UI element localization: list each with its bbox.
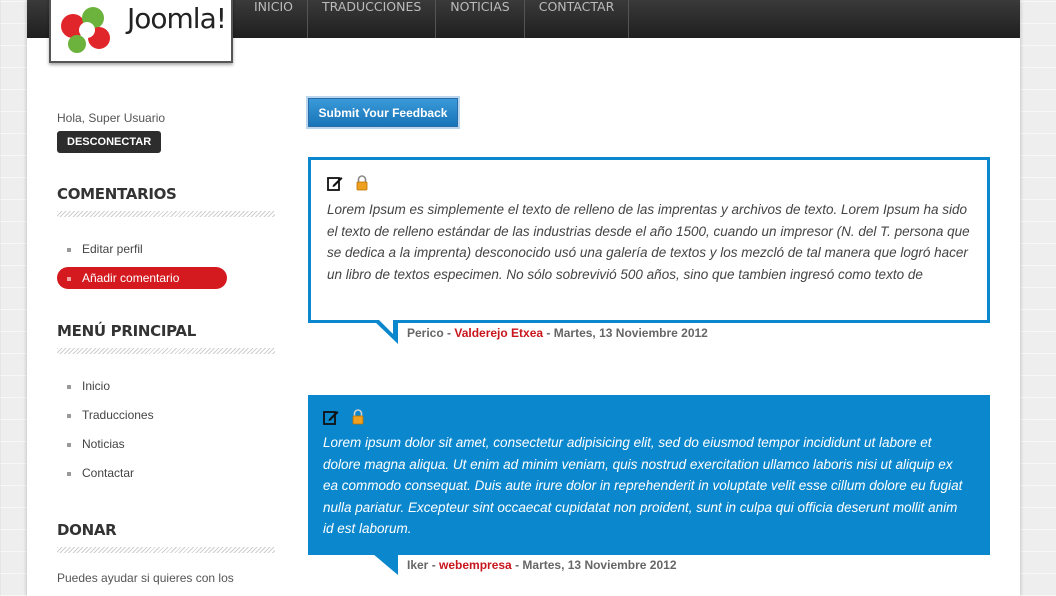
donate-text: Puedes ayudar si quieres con los [57,571,234,585]
comments-menu: Editar perfil Añadir comentario [57,238,275,289]
bullet [67,385,71,389]
nav-label: NOTICIAS [450,0,510,14]
nav-label: INICIO [254,0,293,14]
meta-separator: - [428,558,440,572]
comment-text: Lorem ipsum dolor sit amet, consectetur … [323,435,963,537]
lock-icon[interactable] [355,175,369,191]
donate-module-title: DONAR [57,521,117,539]
site-logo[interactable]: Joomla! [49,0,233,63]
main-nav: INICIO TRADUCCIONES NOTICIAS CONTACTAR [240,0,630,38]
nav-label: CONTACTAR [538,0,615,14]
bullet [67,248,71,252]
menu-item-label: Inicio [82,379,111,393]
comment-tail [373,320,398,344]
nav-item-noticias[interactable]: NOTICIAS [436,0,525,38]
comment-card-highlighted: Lorem ipsum dolor sit amet, consectetur … [308,395,990,555]
comment-username[interactable]: webempresa [439,558,512,572]
menu-item-contactar[interactable]: Contactar [57,462,275,484]
menu-item-label: Contactar [82,466,135,480]
edit-icon[interactable] [327,175,343,191]
menu-item-editar-perfil[interactable]: Editar perfil [57,238,275,260]
main-menu: Inicio Traducciones Noticias Contactar [57,375,275,484]
comment-date: Martes, 13 Noviembre 2012 [522,558,677,572]
menu-item-anadir-comentario[interactable]: Añadir comentario [57,267,227,289]
menu-item-label: Editar perfil [82,242,143,256]
comment-card: Lorem Ipsum es simplemente el texto de r… [308,157,990,323]
comment-actions [327,175,369,191]
logout-button[interactable]: DESCONECTAR [57,131,162,153]
menu-item-traducciones[interactable]: Traducciones [57,404,275,426]
joomla-logo-icon [61,7,110,53]
nav-label: TRADUCCIONES [321,0,422,14]
bullet [67,472,71,476]
meta-separator: - [543,326,554,340]
comment-date: Martes, 13 Noviembre 2012 [553,326,708,340]
bullet [67,277,71,281]
main-menu-title: MENÚ PRINCIPAL [57,322,196,340]
comment-tail [373,554,398,575]
meta-separator: - [511,558,523,572]
bullet [67,414,71,418]
menu-item-inicio[interactable]: Inicio [57,375,275,397]
menu-item-label: Noticias [82,437,125,451]
bullet [67,443,71,447]
comment-text: Lorem Ipsum es simplemente el texto de r… [327,202,970,282]
user-greeting: Hola, Super Usuario [57,111,166,125]
nav-item-traducciones[interactable]: TRADUCCIONES [308,0,437,38]
comment-meta: Iker - webempresa - Martes, 13 Noviembre… [407,558,677,572]
submit-feedback-button[interactable]: Submit Your Feedback [308,98,458,127]
comments-module-title: COMENTARIOS [57,185,177,203]
edit-icon[interactable] [323,409,339,425]
comment-meta: Perico - Valderejo Etxea - Martes, 13 No… [407,326,708,340]
lock-icon[interactable] [351,409,365,425]
menu-item-noticias[interactable]: Noticias [57,433,275,455]
comment-author: Iker [407,558,429,572]
nav-item-contactar[interactable]: CONTACTAR [525,0,630,38]
comment-actions [323,409,365,425]
page-container: INICIO TRADUCCIONES NOTICIAS CONTACTAR J… [27,0,1020,596]
title-divider [57,547,275,553]
logo-text: Joomla! [127,2,227,35]
comment-username[interactable]: Valderejo Etxea [454,326,543,340]
sidebar: Hola, Super Usuario DESCONECTAR COMENTAR… [57,108,275,585]
meta-separator: - [443,326,455,340]
nav-item-inicio[interactable]: INICIO [240,0,308,38]
comment-author: Perico [407,326,444,340]
menu-item-label: Traducciones [82,408,154,422]
menu-item-label: Añadir comentario [82,271,180,285]
